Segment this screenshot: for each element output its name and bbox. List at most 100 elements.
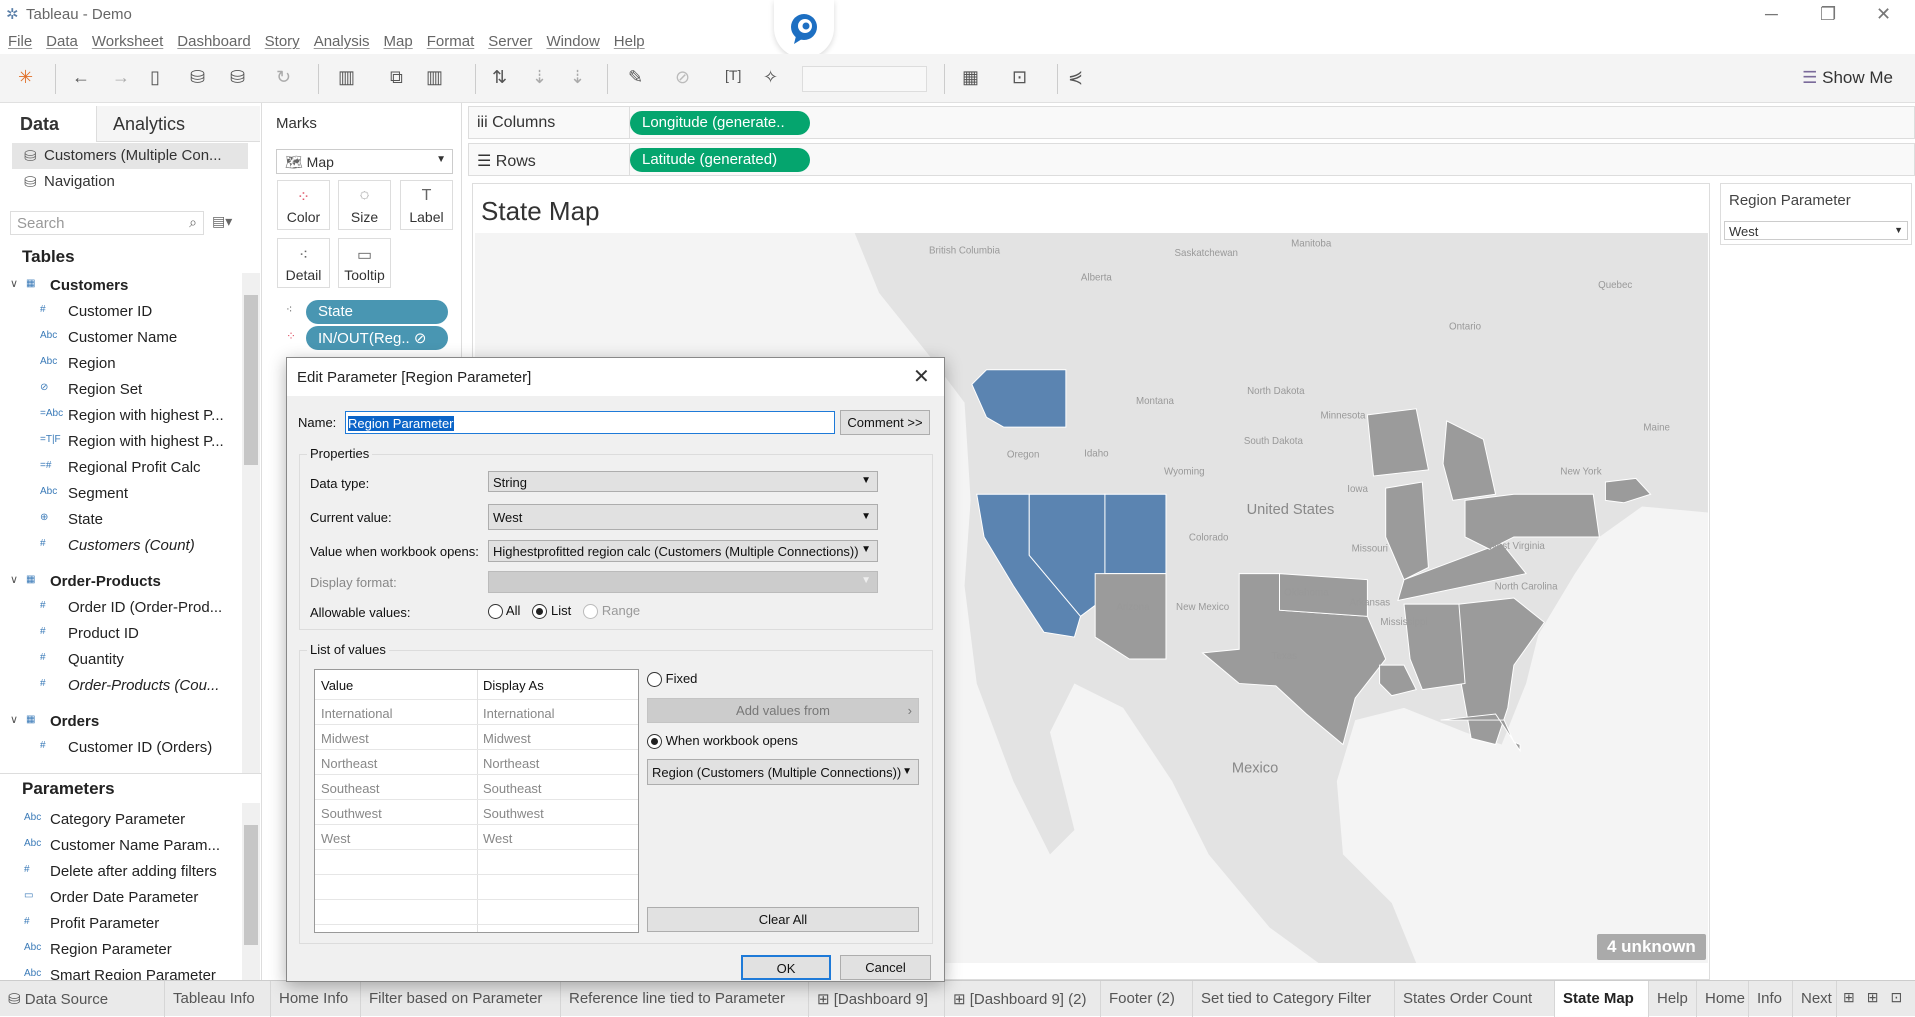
- rows-shelf[interactable]: ☰ Rows Latitude (generated): [468, 143, 1915, 176]
- clear-all-button[interactable]: Clear All: [647, 907, 919, 932]
- group-icon[interactable]: ⊘: [675, 67, 690, 88]
- cancel-button[interactable]: Cancel: [840, 955, 931, 980]
- field-item[interactable]: # Customer ID (Orders): [0, 735, 240, 761]
- field-item[interactable]: # Quantity: [0, 647, 240, 673]
- pin-icon[interactable]: ✧: [763, 67, 778, 88]
- table-customers[interactable]: ∨ ▦ Customers: [0, 273, 240, 299]
- empty-row[interactable]: [315, 875, 638, 900]
- sheet-tab[interactable]: ⊞ [Dashboard 9]: [809, 981, 945, 1017]
- minimize-button[interactable]: ─: [1765, 4, 1778, 25]
- tableau-home-icon[interactable]: ✳: [18, 67, 33, 88]
- sheet-tab[interactable]: ⊞ [Dashboard 9] (2): [945, 981, 1101, 1017]
- in-out-pill[interactable]: IN/OUT(Reg.. ⊘: [306, 326, 448, 350]
- parameter-item[interactable]: ▭ Order Date Parameter: [0, 885, 240, 911]
- new-worksheet-icon[interactable]: ▥: [338, 67, 355, 88]
- field-item[interactable]: Abc Customer Name: [0, 325, 240, 351]
- sheet-tab[interactable]: Next: [1793, 981, 1837, 1017]
- radio-all[interactable]: All: [488, 603, 520, 620]
- presentation-layout-icon[interactable]: ▦: [962, 67, 979, 88]
- empty-row[interactable]: [315, 850, 638, 875]
- sheet-tab[interactable]: States Order Count: [1395, 981, 1555, 1017]
- longitude-pill[interactable]: Longitude (generate..: [630, 111, 810, 135]
- redo-icon[interactable]: →: [112, 67, 130, 88]
- sheet-tab[interactable]: Tableau Info: [165, 981, 271, 1017]
- field-item[interactable]: Abc Region: [0, 351, 240, 377]
- unknown-locations-badge[interactable]: 4 unknown: [1597, 934, 1706, 960]
- field-item[interactable]: ⊘ Region Set: [0, 377, 240, 403]
- presentation-mode-icon[interactable]: ⊡: [1012, 67, 1027, 88]
- undo-icon[interactable]: ←: [72, 67, 90, 88]
- sort-ascending-icon[interactable]: ⇣: [532, 67, 547, 88]
- value-row[interactable]: Southwest Southwest: [315, 800, 638, 825]
- detail-button[interactable]: ⁖ Detail: [277, 238, 330, 288]
- pause-updates-icon[interactable]: ⛁: [230, 67, 245, 88]
- menu-analysis[interactable]: Analysis: [314, 33, 370, 50]
- sheet-tab[interactable]: ⛁ Data Source: [0, 981, 165, 1017]
- parameter-item[interactable]: Abc Region Parameter: [0, 937, 240, 963]
- refresh-icon[interactable]: ↻: [276, 67, 291, 88]
- tables-scrollbar[interactable]: [242, 273, 260, 773]
- menu-dashboard[interactable]: Dashboard: [177, 33, 250, 50]
- new-datasource-icon[interactable]: ⛁: [190, 67, 205, 88]
- restore-button[interactable]: ❐: [1820, 4, 1836, 25]
- new-worksheet-tab-icon[interactable]: ⊞: [1837, 981, 1861, 1016]
- source-field-dropdown[interactable]: Region (Customers (Multiple Connections)…: [647, 759, 919, 785]
- value-row[interactable]: International International: [315, 700, 638, 725]
- sheet-tab[interactable]: Home Info: [271, 981, 361, 1017]
- value-row[interactable]: Northeast Northeast: [315, 750, 638, 775]
- radio-list[interactable]: List: [532, 603, 571, 620]
- clear-sheet-icon[interactable]: ▥: [426, 67, 443, 88]
- state-pill[interactable]: State: [306, 300, 448, 324]
- chat-assistant-button[interactable]: [774, 0, 834, 58]
- parameter-item[interactable]: # Delete after adding filters: [0, 859, 240, 885]
- show-me-button[interactable]: ☰ Show Me: [1802, 68, 1893, 88]
- labels-icon[interactable]: [T]: [725, 67, 741, 83]
- name-input[interactable]: Region Parameter: [345, 411, 835, 434]
- radio-when-workbook-opens[interactable]: When workbook opens: [647, 733, 798, 750]
- parameter-item[interactable]: Abc Category Parameter: [0, 807, 240, 833]
- parameters-scrollbar[interactable]: [242, 803, 260, 980]
- parameter-item[interactable]: Abc Customer Name Param...: [0, 833, 240, 859]
- menu-format[interactable]: Format: [427, 33, 475, 50]
- sheet-tab[interactable]: Filter based on Parameter: [361, 981, 561, 1017]
- fit-dropdown[interactable]: [802, 66, 927, 92]
- menu-worksheet[interactable]: Worksheet: [92, 33, 163, 50]
- workbook-opens-dropdown[interactable]: Highestprofitted region calc (Customers …: [488, 540, 878, 562]
- view-options-icon[interactable]: ▤▾: [212, 213, 232, 230]
- table-orders[interactable]: ∨ ▦ Orders: [0, 709, 240, 735]
- comment-button[interactable]: Comment >>: [840, 410, 930, 435]
- field-item[interactable]: ⊕ State: [0, 507, 240, 533]
- close-window-button[interactable]: ✕: [1876, 4, 1891, 25]
- menu-data[interactable]: Data: [46, 33, 78, 50]
- field-item[interactable]: # Product ID: [0, 621, 240, 647]
- sheet-tab[interactable]: Footer (2): [1101, 981, 1193, 1017]
- value-row[interactable]: Midwest Midwest: [315, 725, 638, 750]
- tab-analytics[interactable]: Analytics: [96, 106, 260, 142]
- field-item[interactable]: # Customers (Count): [0, 533, 240, 559]
- menu-story[interactable]: Story: [265, 33, 300, 50]
- current-value-dropdown[interactable]: West ▼: [488, 504, 878, 530]
- value-row[interactable]: Southeast Southeast: [315, 775, 638, 800]
- sheet-tab[interactable]: Home: [1697, 981, 1749, 1017]
- search-input[interactable]: Search ⌕: [10, 211, 204, 235]
- menu-window[interactable]: Window: [546, 33, 599, 50]
- ok-button[interactable]: OK: [741, 955, 831, 980]
- state-utah[interactable]: [1104, 493, 1167, 575]
- datasource-navigation[interactable]: ⛁ Navigation: [12, 169, 248, 195]
- field-item[interactable]: =Abc Region with highest P...: [0, 403, 240, 429]
- parameter-item[interactable]: # Profit Parameter: [0, 911, 240, 937]
- share-icon[interactable]: ⋞: [1068, 67, 1083, 88]
- field-item[interactable]: # Order-Products (Cou...: [0, 673, 240, 699]
- highlight-icon[interactable]: ✎: [628, 67, 643, 88]
- sheet-tab[interactable]: Reference line tied to Parameter: [561, 981, 809, 1017]
- mark-type-dropdown[interactable]: 🗺 Map ▼: [276, 149, 453, 174]
- size-button[interactable]: ◌ Size: [338, 180, 391, 230]
- sheet-tab[interactable]: Info: [1749, 981, 1793, 1017]
- duplicate-sheet-icon[interactable]: ⧉: [390, 67, 403, 88]
- menu-server[interactable]: Server: [488, 33, 532, 50]
- sheet-tab[interactable]: State Map: [1555, 981, 1649, 1017]
- datasource-customers[interactable]: ⛁ Customers (Multiple Con...: [12, 143, 248, 169]
- sort-descending-icon[interactable]: ⇣: [570, 67, 585, 88]
- tooltip-button[interactable]: ▭ Tooltip: [338, 238, 391, 288]
- tab-data[interactable]: Data: [0, 106, 96, 142]
